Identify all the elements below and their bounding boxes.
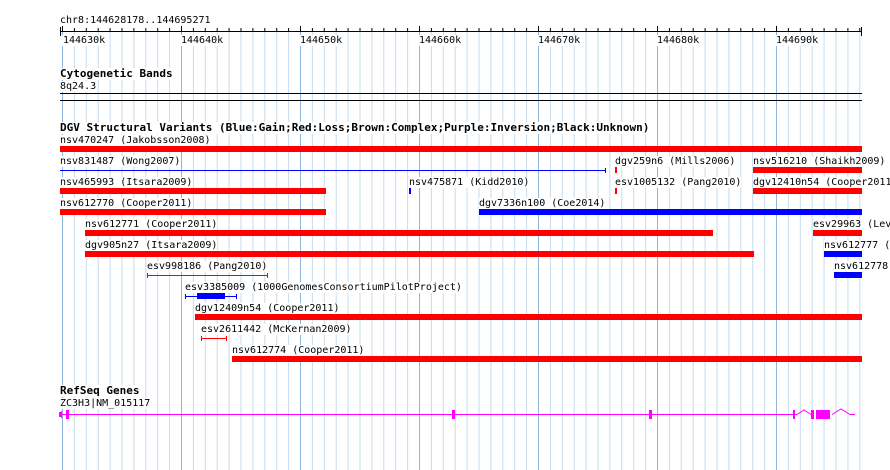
cytoband-label: 8q24.3 bbox=[60, 81, 97, 92]
ruler-start-cap bbox=[60, 27, 61, 36]
variant-label[interactable]: esv29963 (Lev bbox=[813, 219, 890, 230]
variant-loss-cap bbox=[147, 273, 148, 278]
variant-gain-bar[interactable] bbox=[409, 188, 411, 194]
variant-gain-line[interactable] bbox=[60, 170, 606, 171]
variant-loss-cap bbox=[201, 336, 202, 341]
tick-label: 144680k bbox=[656, 35, 701, 46]
tick-label: 144690k bbox=[775, 35, 820, 46]
variant-label[interactable]: nsv516210 (Shaikh2009) bbox=[753, 156, 886, 167]
variant-gain-bar[interactable] bbox=[479, 209, 862, 215]
tick-label: 144630k bbox=[62, 35, 107, 46]
tick-label: 144650k bbox=[299, 35, 344, 46]
variant-label[interactable]: nsv612770 (Cooper2011) bbox=[60, 198, 193, 209]
variant-label[interactable]: dgv7336n100 (Coe2014) bbox=[479, 198, 606, 209]
variant-loss-bar[interactable] bbox=[753, 167, 862, 173]
variant-gain-cap bbox=[605, 168, 606, 173]
variant-gain-bar[interactable] bbox=[197, 293, 225, 299]
variant-loss-bar[interactable] bbox=[60, 209, 326, 215]
variant-label[interactable]: dgv12410n54 (Cooper2011) bbox=[753, 177, 890, 188]
variant-label[interactable]: nsv612777 ( bbox=[824, 240, 890, 251]
tick-label: 144640k bbox=[180, 35, 225, 46]
cytoband-top-line bbox=[60, 93, 862, 94]
variant-label[interactable]: nsv612774 (Cooper2011) bbox=[232, 345, 365, 356]
variant-label[interactable]: dgv905n27 (Itsara2009) bbox=[85, 240, 218, 251]
variant-loss-bar[interactable] bbox=[60, 146, 862, 152]
variant-label[interactable]: esv3385009 (1000GenomesConsortiumPilotPr… bbox=[185, 282, 462, 293]
ruler-axis bbox=[60, 31, 862, 32]
variant-label[interactable]: dgv259n6 (Mills2006) bbox=[615, 156, 736, 167]
variant-loss-bar[interactable] bbox=[60, 188, 326, 194]
variant-loss-bar[interactable] bbox=[753, 188, 862, 194]
refseq-track-title[interactable]: RefSeq Genes bbox=[60, 385, 140, 397]
variant-label[interactable]: nsv612771 (Cooper2011) bbox=[85, 219, 218, 230]
variant-label[interactable]: esv998186 (Pang2010) bbox=[147, 261, 268, 272]
variant-loss-bar[interactable] bbox=[195, 314, 862, 320]
gene-model-ZC3H3[interactable] bbox=[0, 405, 890, 425]
dgv-track-title[interactable]: DGV Structural Variants (Blue:Gain;Red:L… bbox=[60, 122, 650, 134]
tick-label: 144660k bbox=[418, 35, 463, 46]
variant-label[interactable]: dgv12409n54 (Cooper2011) bbox=[195, 303, 340, 314]
variant-loss-line[interactable] bbox=[201, 338, 227, 339]
variant-label[interactable]: esv1005132 (Pang2010) bbox=[615, 177, 742, 188]
variant-gain-bar[interactable] bbox=[834, 272, 862, 278]
variant-loss-bar[interactable] bbox=[232, 356, 862, 362]
tick-label: 144670k bbox=[537, 35, 582, 46]
variant-label[interactable]: nsv831487 (Wong2007) bbox=[60, 156, 181, 167]
variant-loss-bar[interactable] bbox=[813, 230, 862, 236]
variant-label[interactable]: nsv470247 (Jakobsson2008) bbox=[60, 135, 211, 146]
variant-loss-bar[interactable] bbox=[85, 251, 754, 257]
variant-loss-cap bbox=[267, 273, 268, 278]
coordinate-label: chr8:144628178..144695271 bbox=[60, 15, 211, 26]
cytoband-bottom-line bbox=[60, 100, 862, 101]
variant-loss-bar[interactable] bbox=[615, 167, 617, 173]
variant-loss-bar[interactable] bbox=[615, 188, 617, 194]
variant-label[interactable]: nsv475871 (Kidd2010) bbox=[409, 177, 530, 188]
variant-loss-bar[interactable] bbox=[85, 230, 713, 236]
variant-loss-cap bbox=[226, 336, 227, 341]
variant-gain-cap bbox=[185, 294, 186, 299]
variant-label[interactable]: nsv465993 (Itsara2009) bbox=[60, 177, 193, 188]
variant-gain-bar[interactable] bbox=[824, 251, 862, 257]
variant-label[interactable]: esv2611442 (McKernan2009) bbox=[201, 324, 352, 335]
variant-gain-cap bbox=[236, 294, 237, 299]
ruler-end-cap bbox=[861, 27, 862, 36]
variant-loss-line[interactable] bbox=[147, 275, 268, 276]
cytoband-track-title[interactable]: Cytogenetic Bands bbox=[60, 68, 173, 80]
variant-label[interactable]: nsv612778 bbox=[834, 261, 889, 272]
